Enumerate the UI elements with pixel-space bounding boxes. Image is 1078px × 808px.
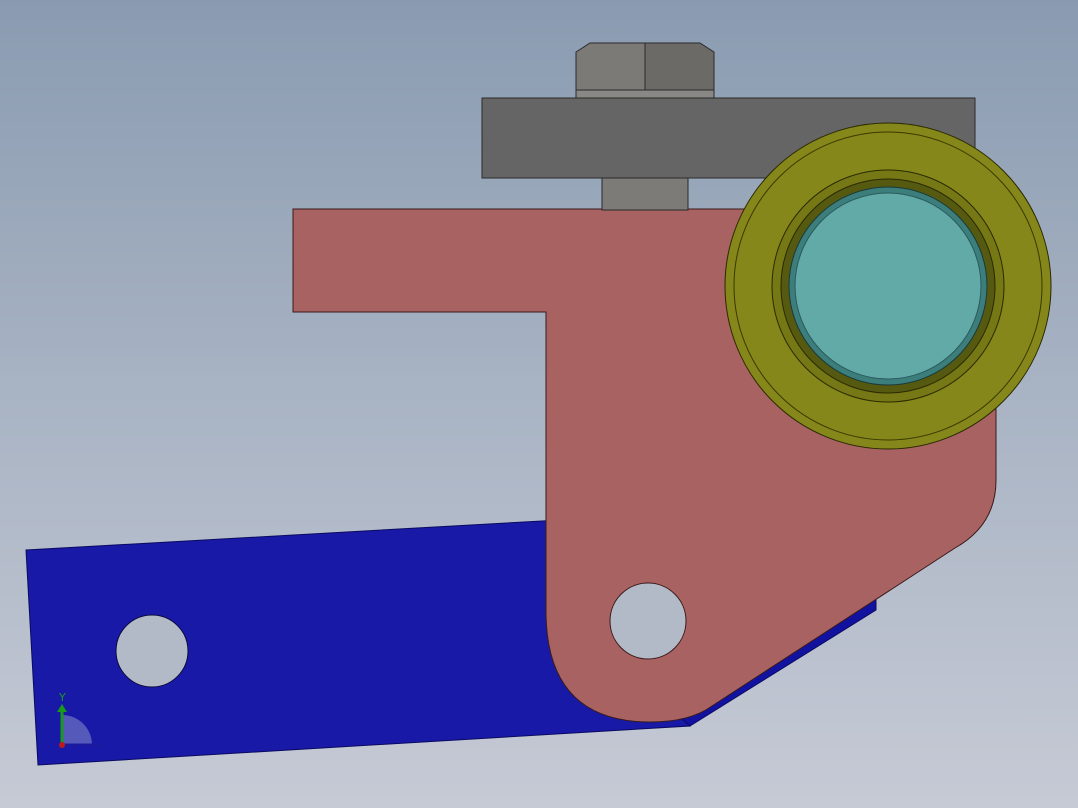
- bracket-pivot-hole[interactable]: [609, 582, 687, 660]
- triad-y-label: Y: [58, 691, 66, 704]
- bolt-shaft[interactable]: [601, 177, 689, 211]
- model-canvas[interactable]: Y Z: [0, 0, 1078, 808]
- hex-nut-right-face: [644, 42, 715, 91]
- plate-mounting-hole[interactable]: [115, 614, 189, 688]
- hex-nut[interactable]: [575, 42, 715, 99]
- pin[interactable]: [788, 186, 988, 386]
- hex-nut-washer: [575, 89, 715, 99]
- 3d-model-viewport[interactable]: Y Z: [0, 0, 1078, 808]
- hex-nut-left-face: [575, 42, 646, 91]
- triad-z-label: Z: [103, 731, 111, 744]
- pin-face: [794, 192, 982, 380]
- triad-x-axis: [59, 742, 65, 748]
